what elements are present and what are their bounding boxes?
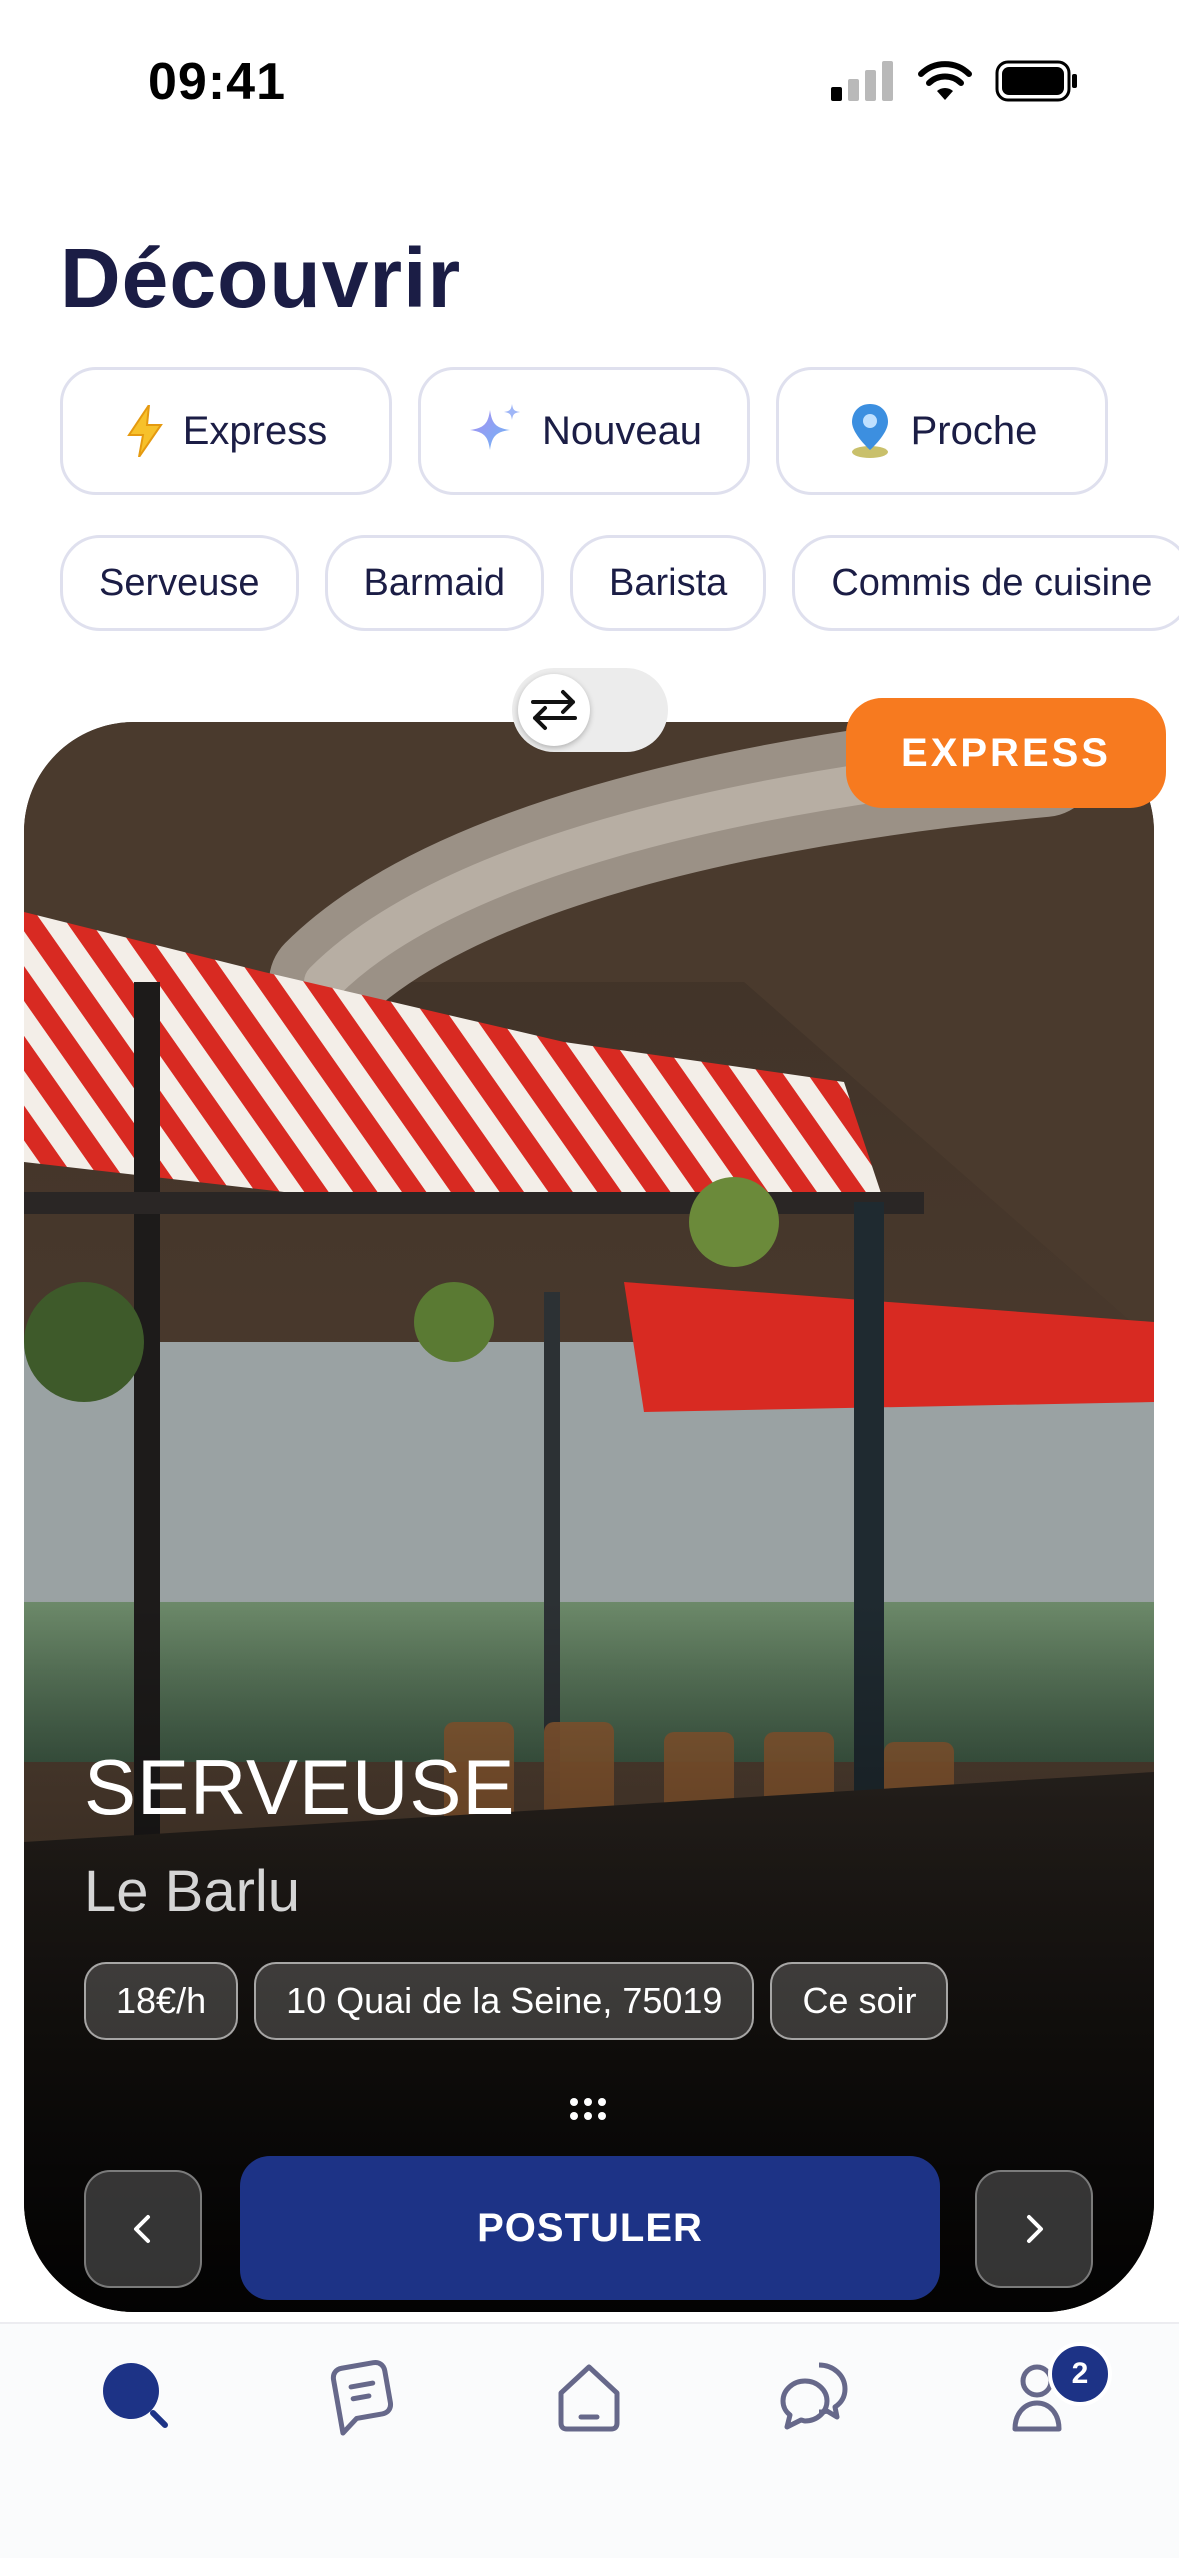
express-badge: EXPRESS <box>846 698 1166 808</box>
filter-nouveau-label: Nouveau <box>541 408 703 453</box>
tab-messages[interactable] <box>770 2352 860 2442</box>
tab-home[interactable] <box>544 2352 634 2442</box>
location-pin-icon <box>851 404 888 458</box>
venue-name: Le Barlu <box>84 1859 301 1924</box>
search-icon <box>103 2363 168 2428</box>
quick-filter-row: Express Nouveau Proche <box>60 367 1108 495</box>
tag-rate: 18€/h <box>84 1962 239 2040</box>
filter-express-label: Express <box>182 408 328 453</box>
toggle-knob <box>518 674 590 746</box>
view-toggle[interactable] <box>512 668 668 752</box>
chevron-right-icon <box>1027 2215 1043 2243</box>
battery-icon <box>995 60 1077 102</box>
filter-express-button[interactable]: Express <box>60 367 392 495</box>
drag-handle-icon[interactable] <box>568 2096 608 2122</box>
tab-search[interactable] <box>92 2352 182 2442</box>
tag-address: 10 Quai de la Seine, 75019 <box>254 1962 755 2040</box>
cellular-signal-icon <box>831 61 893 101</box>
messages-icon <box>780 2362 848 2430</box>
job-card[interactable] <box>24 722 1154 2312</box>
lightning-icon <box>126 405 163 457</box>
job-tags: 18€/h 10 Quai de la Seine, 75019 Ce soir <box>84 1962 949 2040</box>
category-chip-commis[interactable]: Commis de cuisine <box>792 535 1179 631</box>
swap-arrows-icon <box>531 690 577 730</box>
sparkle-icon <box>469 404 520 450</box>
apply-button[interactable]: POSTULER <box>240 2156 940 2300</box>
filter-proche-button[interactable]: Proche <box>776 367 1108 495</box>
next-button[interactable] <box>975 2170 1093 2288</box>
category-row: Serveuse Barmaid Barista Commis de cuisi… <box>60 535 1179 631</box>
chevron-left-icon <box>134 2215 150 2243</box>
category-chip-serveuse[interactable]: Serveuse <box>60 535 299 631</box>
tag-time: Ce soir <box>770 1962 949 2040</box>
restaurant-photo <box>24 722 1154 2312</box>
status-icons <box>831 60 1079 102</box>
tab-jobs[interactable] <box>318 2352 408 2442</box>
status-time: 09:41 <box>148 53 286 111</box>
page-title: Découvrir <box>60 231 462 325</box>
filter-proche-label: Proche <box>910 408 1038 453</box>
category-chip-barista[interactable]: Barista <box>570 535 767 631</box>
previous-button[interactable] <box>84 2170 202 2288</box>
filter-nouveau-button[interactable]: Nouveau <box>418 367 750 495</box>
profile-notification-badge: 2 <box>1048 2342 1112 2406</box>
job-title: SERVEUSE <box>84 1743 516 1831</box>
wifi-icon <box>918 61 972 100</box>
home-icon <box>558 2364 620 2432</box>
category-chip-barmaid[interactable]: Barmaid <box>324 535 545 631</box>
jobs-icon <box>330 2360 394 2436</box>
